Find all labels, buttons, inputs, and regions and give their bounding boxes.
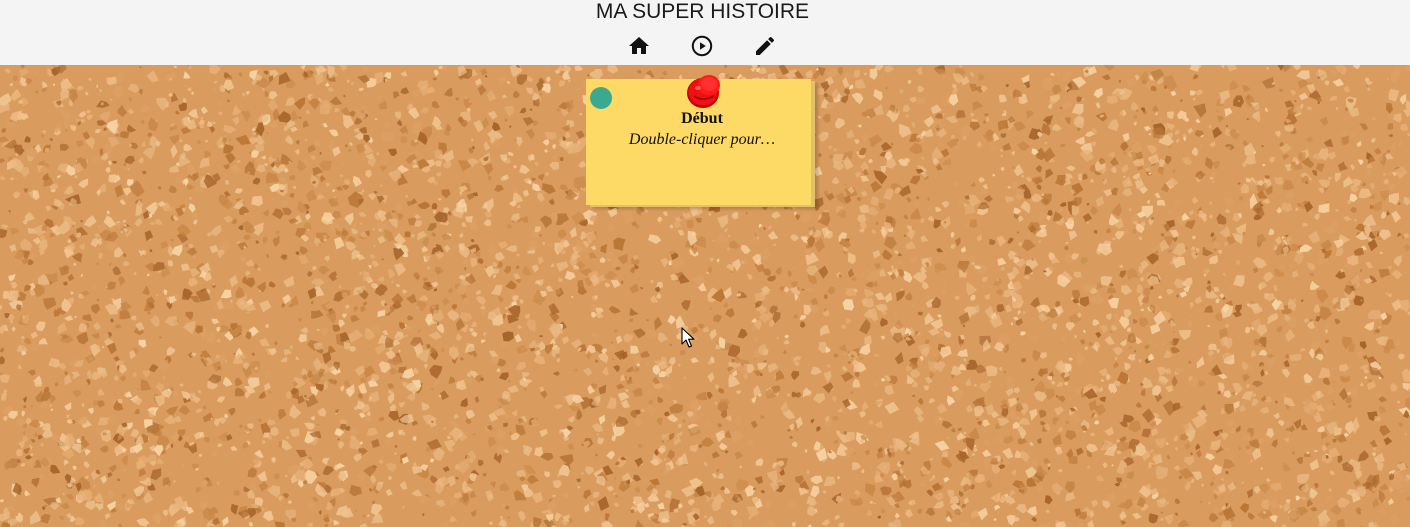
app-title: MA SUPER HISTOIRE: [595, 0, 810, 23]
pencil-icon: [756, 36, 775, 55]
home-icon: [629, 37, 649, 54]
home-button[interactable]: [626, 33, 652, 59]
pushpin-icon: [684, 71, 726, 113]
story-note-start[interactable]: Début Double-cliquer pour…: [586, 75, 811, 205]
app-header: MA SUPER HISTOIRE: [0, 0, 1410, 65]
start-dot-icon[interactable]: [590, 87, 612, 109]
play-button[interactable]: [689, 33, 715, 59]
play-circle-icon: [691, 35, 713, 57]
edit-button[interactable]: [752, 33, 778, 59]
cork-board[interactable]: Début Double-cliquer pour…: [0, 65, 1410, 527]
note-body: Double-cliquer pour…: [628, 131, 776, 148]
note-title: Début: [681, 110, 723, 127]
